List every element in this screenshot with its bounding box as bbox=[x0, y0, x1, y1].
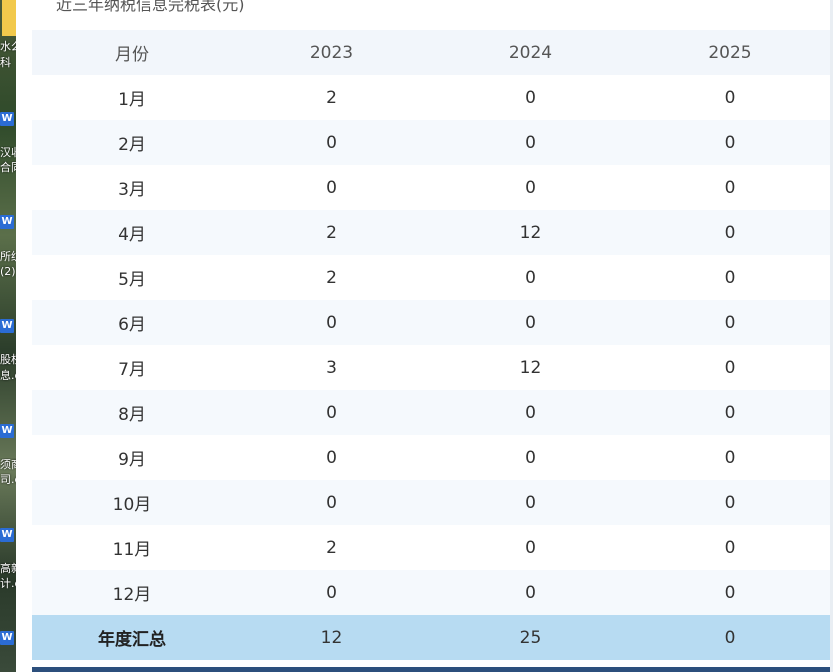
word-document-icon[interactable]: W bbox=[0, 424, 14, 438]
value-cell-2023: 0 bbox=[232, 120, 431, 165]
table-row: 11月 2 0 0 bbox=[32, 525, 830, 570]
table-row: 6月 0 0 0 bbox=[32, 300, 830, 345]
value-cell-2023: 0 bbox=[232, 570, 431, 615]
value-cell-2025: 0 bbox=[630, 525, 830, 570]
value-cell-2025: 0 bbox=[630, 345, 830, 390]
month-cell: 9月 bbox=[32, 435, 232, 480]
tax-payment-table: 月份 2023 2024 2025 1月 2 0 0 2月 0 0 0 3月 0 bbox=[32, 30, 830, 660]
folder-icon[interactable] bbox=[2, 0, 16, 36]
value-cell-2025: 0 bbox=[630, 120, 830, 165]
value-cell-2024: 12 bbox=[431, 210, 630, 255]
month-cell: 8月 bbox=[32, 390, 232, 435]
value-cell-2025: 0 bbox=[630, 300, 830, 345]
desktop-background: 水么 科 W 汉收 合同 W 所纺 (2) W 股权 息.d W 须商 司.d … bbox=[0, 0, 16, 672]
value-cell-2025: 0 bbox=[630, 435, 830, 480]
tax-info-panel: 近三年纳税信息完税表(元) 月份 2023 2024 2025 1月 2 0 0… bbox=[16, 0, 830, 672]
table-row: 3月 0 0 0 bbox=[32, 165, 830, 210]
month-cell: 1月 bbox=[32, 75, 232, 120]
value-cell-2024: 0 bbox=[431, 480, 630, 525]
annual-total-row: 年度汇总 12 25 0 bbox=[32, 615, 830, 660]
table-row: 4月 2 12 0 bbox=[32, 210, 830, 255]
value-cell-2024: 0 bbox=[431, 435, 630, 480]
header-2024: 2024 bbox=[431, 30, 630, 75]
value-cell-2025: 0 bbox=[630, 165, 830, 210]
month-cell: 2月 bbox=[32, 120, 232, 165]
month-cell: 7月 bbox=[32, 345, 232, 390]
month-cell: 4月 bbox=[32, 210, 232, 255]
table-row: 10月 0 0 0 bbox=[32, 480, 830, 525]
value-cell-2024: 0 bbox=[431, 75, 630, 120]
table-row: 9月 0 0 0 bbox=[32, 435, 830, 480]
month-cell: 5月 bbox=[32, 255, 232, 300]
desktop-label: 高新 bbox=[0, 562, 16, 575]
word-document-icon[interactable]: W bbox=[0, 112, 14, 126]
value-cell-2023: 0 bbox=[232, 480, 431, 525]
value-cell-2023: 3 bbox=[232, 345, 431, 390]
total-2025: 0 bbox=[630, 615, 830, 660]
desktop-label: 所纺 bbox=[0, 250, 16, 263]
value-cell-2024: 0 bbox=[431, 525, 630, 570]
desktop-label: (2) bbox=[0, 265, 16, 278]
table-caption: 近三年纳税信息完税表(元) bbox=[56, 0, 245, 14]
desktop-label: 息.d bbox=[0, 369, 16, 382]
table-header-row: 月份 2023 2024 2025 bbox=[32, 30, 830, 75]
value-cell-2023: 0 bbox=[232, 165, 431, 210]
value-cell-2025: 0 bbox=[630, 210, 830, 255]
value-cell-2024: 0 bbox=[431, 255, 630, 300]
annual-total-label: 年度汇总 bbox=[32, 615, 232, 660]
value-cell-2024: 0 bbox=[431, 300, 630, 345]
table-row: 2月 0 0 0 bbox=[32, 120, 830, 165]
table-row: 1月 2 0 0 bbox=[32, 75, 830, 120]
desktop-label: 汉收 bbox=[0, 146, 16, 159]
value-cell-2024: 0 bbox=[431, 165, 630, 210]
value-cell-2025: 0 bbox=[630, 255, 830, 300]
header-2023: 2023 bbox=[232, 30, 431, 75]
value-cell-2025: 0 bbox=[630, 480, 830, 525]
value-cell-2023: 2 bbox=[232, 255, 431, 300]
month-cell: 6月 bbox=[32, 300, 232, 345]
table-row: 8月 0 0 0 bbox=[32, 390, 830, 435]
value-cell-2023: 2 bbox=[232, 75, 431, 120]
value-cell-2024: 0 bbox=[431, 390, 630, 435]
value-cell-2025: 0 bbox=[630, 75, 830, 120]
desktop-label: 科 bbox=[0, 56, 11, 69]
desktop-label: 计.d bbox=[0, 577, 16, 590]
value-cell-2024: 0 bbox=[431, 120, 630, 165]
value-cell-2025: 0 bbox=[630, 390, 830, 435]
desktop-label: 司.d bbox=[0, 473, 16, 486]
value-cell-2025: 0 bbox=[630, 570, 830, 615]
word-document-icon[interactable]: W bbox=[0, 319, 14, 333]
value-cell-2024: 0 bbox=[431, 570, 630, 615]
month-cell: 10月 bbox=[32, 480, 232, 525]
header-2025: 2025 bbox=[630, 30, 830, 75]
value-cell-2023: 0 bbox=[232, 435, 431, 480]
desktop-label: 水么 bbox=[0, 40, 16, 53]
value-cell-2023: 0 bbox=[232, 390, 431, 435]
word-document-icon[interactable]: W bbox=[0, 631, 14, 645]
word-document-icon[interactable]: W bbox=[0, 528, 14, 542]
value-cell-2023: 2 bbox=[232, 210, 431, 255]
table-row: 5月 2 0 0 bbox=[32, 255, 830, 300]
desktop-label: 合同 bbox=[0, 161, 16, 174]
total-2023: 12 bbox=[232, 615, 431, 660]
word-document-icon[interactable]: W bbox=[0, 215, 14, 229]
value-cell-2023: 2 bbox=[232, 525, 431, 570]
value-cell-2023: 0 bbox=[232, 300, 431, 345]
value-cell-2024: 12 bbox=[431, 345, 630, 390]
bottom-accent-bar bbox=[32, 667, 830, 672]
header-month: 月份 bbox=[32, 30, 232, 75]
desktop-label: 须商 bbox=[0, 458, 16, 471]
month-cell: 11月 bbox=[32, 525, 232, 570]
desktop-label: 股权 bbox=[0, 353, 16, 366]
table-row: 12月 0 0 0 bbox=[32, 570, 830, 615]
total-2024: 25 bbox=[431, 615, 630, 660]
table-row: 7月 3 12 0 bbox=[32, 345, 830, 390]
month-cell: 12月 bbox=[32, 570, 232, 615]
month-cell: 3月 bbox=[32, 165, 232, 210]
